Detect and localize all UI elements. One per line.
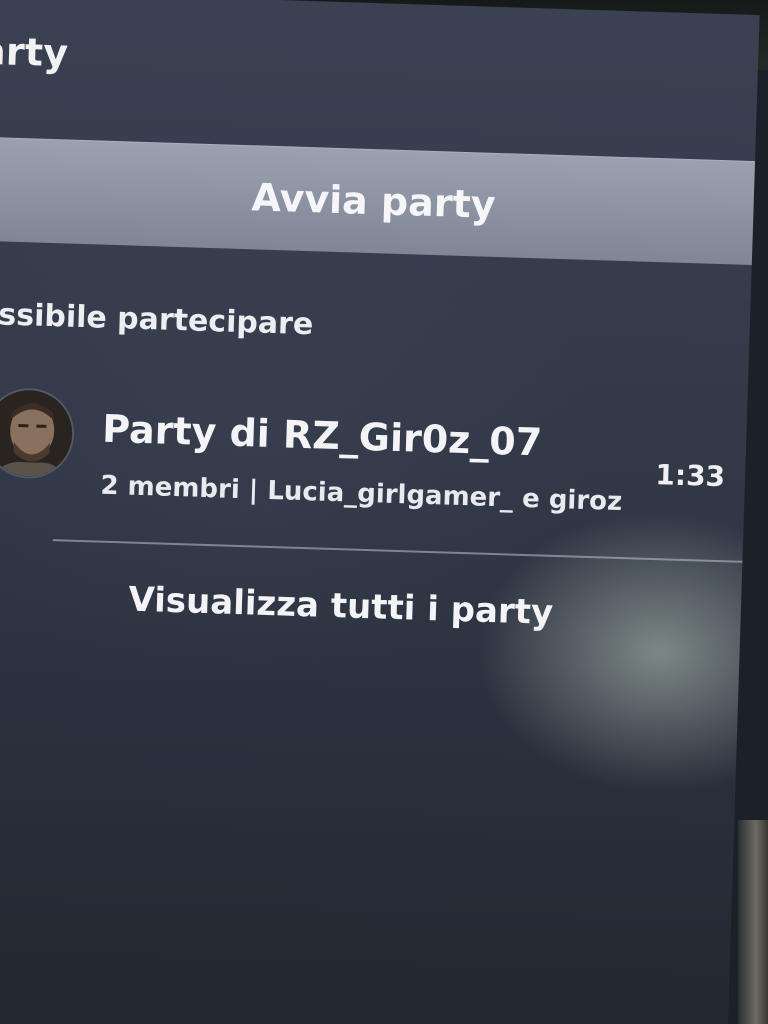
- start-party-button[interactable]: Avvia party: [0, 136, 760, 267]
- photo-backdrop-right: [738, 820, 768, 1024]
- divider: [52, 539, 760, 566]
- avatar: [0, 389, 74, 478]
- party-time: 1:33: [654, 458, 726, 494]
- page-title: arty: [0, 28, 69, 76]
- avatar-portrait-icon: [0, 389, 74, 478]
- start-party-label: Avvia party: [250, 175, 497, 227]
- party-members: 2 membri | Lucia_girlgamer_ e giroz: [100, 470, 623, 518]
- party-panel: arty Avvia party ossibile partecipare Pa…: [0, 0, 760, 1024]
- view-all-parties-link[interactable]: Visualizza tutti i party: [0, 564, 742, 649]
- party-name: Party di RZ_Gir0z_07: [101, 406, 543, 465]
- party-list-item[interactable]: Party di RZ_Gir0z_07 2 membri | Lucia_gi…: [0, 385, 757, 529]
- joinable-section-heading: ossibile partecipare: [0, 296, 314, 343]
